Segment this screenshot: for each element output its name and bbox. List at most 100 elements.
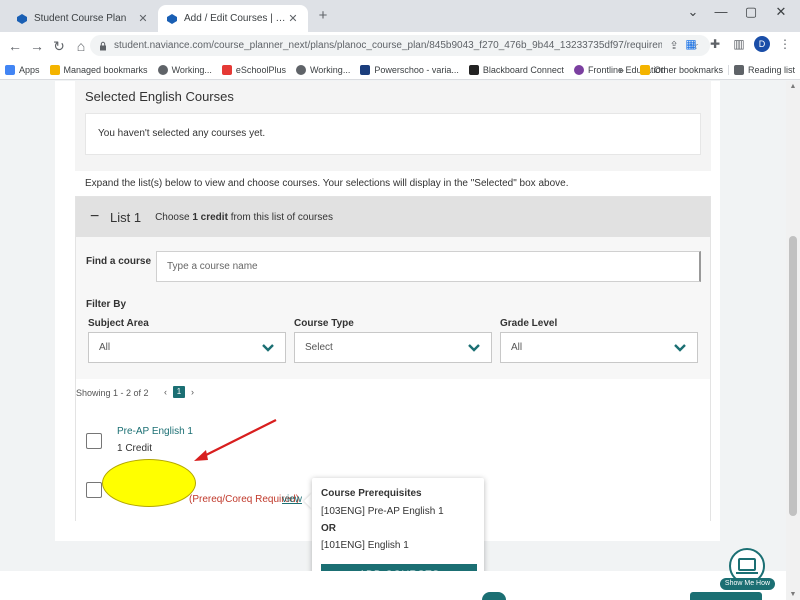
course-type-select[interactable]: Select xyxy=(294,332,492,363)
bookmark-apps[interactable]: Apps xyxy=(0,64,45,75)
new-tab-button[interactable]: + xyxy=(314,7,332,25)
pagination: ‹ 1 › xyxy=(164,386,194,398)
course-link-pre-ap-english-1[interactable]: Pre-AP English 1 xyxy=(117,426,193,437)
globe-icon xyxy=(295,64,306,75)
chevron-down-icon xyxy=(674,343,686,352)
close-window-button[interactable]: ✕ xyxy=(766,4,796,20)
bookmark-blackboard[interactable]: Blackboard Connect xyxy=(464,64,569,75)
reload-button[interactable]: ↻ xyxy=(48,38,70,55)
showing-count: Showing 1 - 2 of 2 xyxy=(76,388,149,398)
blackboard-icon xyxy=(468,64,479,75)
browser-tab-student-course-plan[interactable]: Student Course Plan ✕ xyxy=(8,5,158,32)
sidebar-icon[interactable]: ▥ xyxy=(730,37,748,51)
reading-list[interactable]: Reading list xyxy=(727,65,800,75)
eschoolplus-icon xyxy=(221,64,232,75)
folder-icon xyxy=(639,65,650,75)
next-page-button[interactable]: › xyxy=(191,387,194,397)
find-course-label: Find a course xyxy=(86,256,152,267)
course-credit: 1 Credit xyxy=(117,443,153,454)
home-button[interactable]: ⌂ xyxy=(70,38,92,54)
forward-button[interactable]: → xyxy=(26,38,48,54)
share-icon[interactable]: ⇪ xyxy=(666,39,682,52)
list-name: List 1 xyxy=(110,209,142,225)
powerschool-icon xyxy=(360,64,371,75)
bookmark-label: Working... xyxy=(309,64,351,75)
empty-message: You haven't selected any courses yet. xyxy=(98,128,266,139)
footer-accent xyxy=(482,592,506,600)
menu-kebab-icon[interactable]: ⋮ xyxy=(776,37,794,51)
lock-icon xyxy=(100,41,106,50)
prereq-or: OR xyxy=(321,523,336,534)
toolbar-extensions: ▦ ✚ ▥ D ⋮ xyxy=(682,36,794,52)
bookmarks-bar: Apps Managed bookmarks Working... eSchoo… xyxy=(0,60,800,80)
page-footer xyxy=(0,571,786,600)
tab-close-icon[interactable]: ✕ xyxy=(286,12,300,25)
back-button[interactable]: ← xyxy=(4,38,26,54)
course-checkbox-pre-ap-english-1[interactable] xyxy=(86,433,102,449)
chevron-down-icon xyxy=(262,343,274,352)
selected-courses-title: Selected English Courses xyxy=(85,89,234,104)
naviance-favicon-icon xyxy=(167,13,177,24)
bookmark-label: Powerschoo - varia... xyxy=(374,64,459,75)
list-header[interactable]: − List 1 Choose 1 credit from this list … xyxy=(76,197,710,237)
bookmark-powerschool[interactable]: Powerschoo - varia... xyxy=(355,64,464,75)
bookmark-working-2[interactable]: Working... xyxy=(291,64,355,75)
show-me-how-button[interactable]: Show Me How xyxy=(720,548,775,593)
profile-avatar[interactable]: D xyxy=(754,36,770,52)
maximize-button[interactable]: ▢ xyxy=(736,4,766,20)
minimize-button[interactable]: — xyxy=(706,4,736,19)
scrollbar-thumb[interactable] xyxy=(789,236,797,516)
address-url[interactable]: student.naviance.com/course_planner_next… xyxy=(114,40,662,51)
bookmark-label: Blackboard Connect xyxy=(482,64,564,75)
page-1-button[interactable]: 1 xyxy=(173,386,185,398)
extension-icon[interactable]: ▦ xyxy=(682,37,700,51)
prereq-option: [101ENG] English 1 xyxy=(321,540,409,551)
page-viewport: Selected English Courses You haven't sel… xyxy=(0,81,786,600)
collapse-icon[interactable]: − xyxy=(90,208,110,226)
footer-accent xyxy=(690,592,762,600)
bookmark-label: Managed bookmarks xyxy=(63,64,148,75)
folder-icon xyxy=(49,64,60,75)
bookmark-label: Working... xyxy=(171,64,212,75)
prev-page-button[interactable]: ‹ xyxy=(164,387,167,397)
select-value: Select xyxy=(305,342,333,353)
apps-grid-icon xyxy=(5,64,15,75)
instructions-text: Expand the list(s) below to view and cho… xyxy=(85,178,569,189)
bookmarks-overflow-button[interactable]: » xyxy=(614,65,629,75)
select-value: All xyxy=(99,342,111,353)
scroll-up-icon[interactable]: ▲ xyxy=(786,83,800,90)
reading-list-icon xyxy=(733,65,744,75)
subject-area-select[interactable]: All xyxy=(88,332,286,363)
bookmark-label: Apps xyxy=(19,64,40,75)
selected-courses-section: Selected English Courses You haven't sel… xyxy=(75,81,711,171)
prereq-option: [103ENG] Pre-AP English 1 xyxy=(321,506,444,517)
puzzle-icon[interactable]: ✚ xyxy=(706,37,724,51)
browser-tab-add-edit-courses[interactable]: Add / Edit Courses | Manage Co... ✕ xyxy=(158,5,308,32)
bookmark-label: eSchoolPlus xyxy=(235,64,286,75)
filter-by-label: Filter By xyxy=(86,299,127,310)
rule-prefix: Choose xyxy=(155,211,190,223)
course-checkbox-2[interactable] xyxy=(86,482,102,498)
page-scrollbar[interactable]: ▲ ▼ xyxy=(786,81,800,600)
address-bar[interactable]: student.naviance.com/course_planner_next… xyxy=(90,35,710,56)
chevron-down-icon xyxy=(468,343,480,352)
tab-close-icon[interactable]: ✕ xyxy=(136,12,150,25)
find-course-input[interactable] xyxy=(156,251,701,282)
yellow-redaction-oval xyxy=(102,459,196,507)
other-bookmarks[interactable]: Other bookmarks xyxy=(635,65,728,75)
list-rule: Choose 1 credit from this list of course… xyxy=(155,212,333,223)
scroll-down-icon[interactable]: ▼ xyxy=(786,591,800,598)
tab-search-icon[interactable]: ⌄ xyxy=(678,4,708,20)
bookmark-managed[interactable]: Managed bookmarks xyxy=(45,64,153,75)
view-prereq-link[interactable]: view xyxy=(282,494,302,505)
grade-level-select[interactable]: All xyxy=(500,332,698,363)
bookmark-label: Other bookmarks xyxy=(653,65,723,75)
popover-caret xyxy=(304,493,312,509)
rule-suffix: from this list of courses xyxy=(230,211,333,223)
frontline-icon xyxy=(573,64,584,75)
bookmark-working-1[interactable]: Working... xyxy=(153,64,217,75)
show-me-how-label: Show Me How xyxy=(720,578,775,590)
tab-title: Student Course Plan xyxy=(34,13,127,24)
select-value: All xyxy=(511,342,523,353)
bookmark-eschoolplus[interactable]: eSchoolPlus xyxy=(217,64,291,75)
